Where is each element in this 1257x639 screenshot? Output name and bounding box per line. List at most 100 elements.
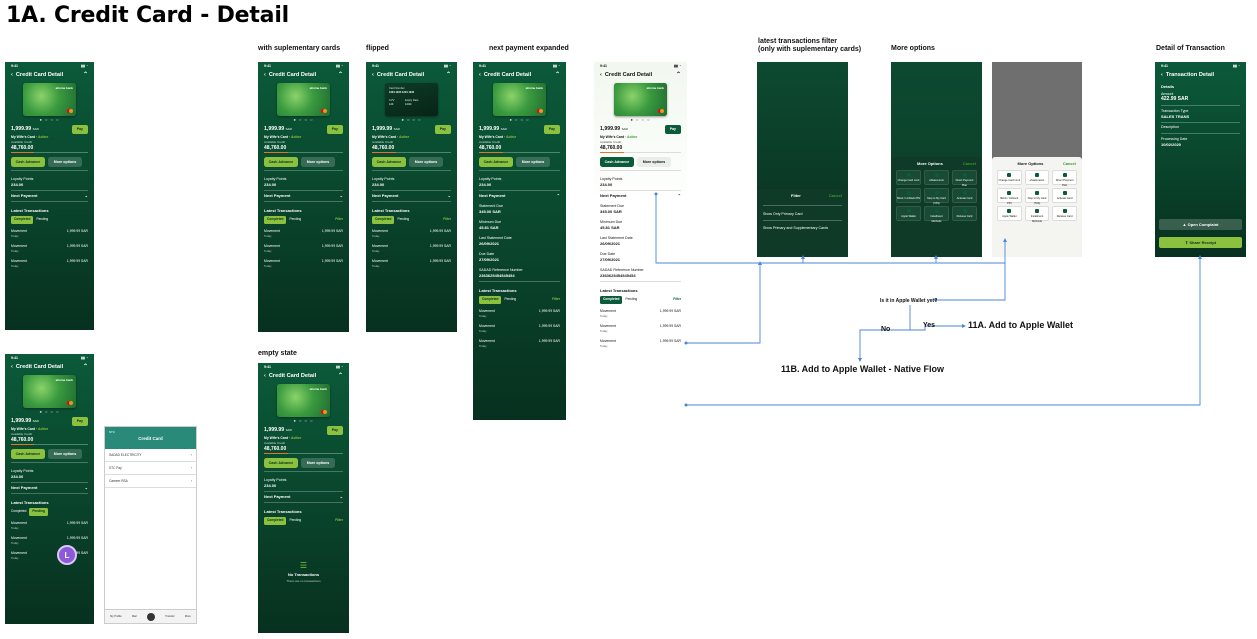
pay-button[interactable]: Pay (71, 125, 88, 134)
more-options-button[interactable]: More options (48, 449, 82, 460)
tab-completed[interactable]: Completed (11, 215, 34, 224)
available-label: Available Credit (11, 140, 32, 144)
tx-row[interactable]: Movement Today 1,999.99 SAR (5, 516, 94, 531)
more-options-button[interactable]: More options (301, 157, 335, 168)
cancel-button[interactable]: Cancel (1063, 161, 1076, 166)
tx-row[interactable]: Movement Today 1,999.99 SAR (5, 546, 94, 561)
user-avatar[interactable]: L (57, 545, 77, 565)
screen-filter: Filter Cancel Show Only Primary Card Show… (757, 62, 848, 257)
design-canvas: 1A. Credit Card - Detail with suplementa… (0, 0, 1257, 639)
tx-detail-title: Transaction Detail (1165, 72, 1215, 78)
no-label: No (881, 326, 891, 333)
label-empty-state: empty state (258, 350, 297, 357)
option-activate[interactable]: Activate Card (1052, 188, 1077, 203)
loyalty-label: Loyalty Points (11, 176, 34, 181)
chevron-up-icon[interactable]: ⌃ (83, 72, 88, 78)
next-payment-row[interactable]: Next Payment (264, 193, 290, 198)
option-reissue[interactable]: Reissue Card (952, 206, 977, 221)
cash-advance-button[interactable]: Cash Advance (11, 157, 45, 168)
credit-card-image[interactable]: alinma bank (277, 83, 330, 116)
tx-row[interactable]: Movement Today 1,999.99 SAR (5, 224, 94, 239)
option-direct-payment[interactable]: Direct Payment Plan (952, 170, 977, 187)
filter-button[interactable]: Filter (673, 297, 681, 302)
filter-option-all[interactable]: Show Primary and Supplementary Cards (757, 220, 848, 231)
next-payment-row[interactable]: Next Payment (11, 193, 37, 198)
credit-card-image[interactable]: alinma bank (23, 375, 76, 408)
tx-row[interactable]: Movement Today 1,999.99 SAR (5, 531, 94, 546)
nav-transfer[interactable]: Transfer (165, 615, 175, 618)
option-installment[interactable]: Installment Methods (924, 206, 949, 223)
tab-pending[interactable]: Pending (36, 217, 48, 222)
option-installment[interactable]: Installment Methods (1024, 206, 1050, 223)
sadad-number[interactable]: 2363625454545454 (479, 273, 560, 278)
credit-card-flipped[interactable]: Card Number 1234 1234 1234 1234 CVV 123 … (385, 83, 438, 116)
option-stop-card[interactable]: Stop to My Card (TAS) (924, 188, 949, 205)
back-icon[interactable]: ‹ (11, 72, 13, 78)
tx-row[interactable]: Movement Today 1,999.99 SAR (258, 254, 349, 269)
screen-native: STC Credit Card SADAD ELECTRICITY › STC Pa… (104, 426, 197, 624)
option-estatements[interactable]: eStatements (1024, 170, 1050, 185)
nav-profile[interactable]: My Profile (110, 615, 122, 618)
back-icon[interactable]: ‹ (479, 72, 481, 78)
back-icon[interactable]: ‹ (1161, 72, 1163, 78)
available-amount: 48,760.00 (11, 145, 34, 151)
tab-completed[interactable]: Completed (11, 509, 26, 514)
credit-card-image[interactable]: alinma bank (23, 83, 76, 116)
back-icon[interactable]: ‹ (264, 72, 266, 78)
tx-row[interactable]: Movement Today 1,999.99 SAR (258, 239, 349, 254)
open-complaint-button[interactable]: ▲ Open Complaint (1159, 219, 1242, 230)
nav-more[interactable]: More (185, 615, 191, 618)
screen-light: 9:41 ▮▮ ◔ ‹ Credit Card Detail ⌃ alinma ban… (594, 62, 687, 420)
cancel-button[interactable]: Cancel (829, 193, 842, 198)
add-apple-wallet-link[interactable]: 11A. Add to Apple Wallet (968, 320, 1073, 330)
chevron-down-icon[interactable]: ⌄ (85, 193, 88, 198)
option-change-limit[interactable]: Change Card Limit (896, 170, 921, 185)
option-change-limit[interactable]: Change Card Limit (997, 170, 1022, 185)
filter-button[interactable]: Filter (335, 217, 343, 222)
screen-more-options: More Options Cancel Change Card Limit eSt… (891, 62, 982, 257)
cash-advance-button[interactable]: Cash Advance (11, 449, 45, 460)
option-apple-wallet[interactable]: Apple Wallet (997, 206, 1022, 221)
screen-flipped: 9:41 ▮▮ ◔ ‹ Credit Card Detail ⌃ Card Numbe… (366, 62, 457, 332)
tab-pending[interactable]: Pending (29, 507, 48, 516)
add-apple-native-link[interactable]: 11B. Add to Apple Wallet - Native Flow (781, 364, 944, 374)
option-activate[interactable]: Activate Card (952, 188, 977, 203)
filter-option-primary[interactable]: Show Only Primary Card (757, 206, 848, 217)
apple-wallet-question: Is it in Apple Wallet yet? (880, 298, 938, 304)
nav-mail[interactable]: Mail (132, 615, 137, 618)
plus-icon[interactable] (146, 612, 155, 621)
latest-tx-title: Latest Transactions (11, 207, 49, 213)
tx-row[interactable]: Movement Today 1,999.99 SAR (594, 334, 687, 349)
option-estatements[interactable]: eStatements (924, 170, 949, 185)
card-name: My Wife's Card (11, 135, 36, 139)
tx-row[interactable]: Movement Today 1,999.99 SAR (5, 239, 94, 254)
back-icon[interactable]: ‹ (372, 72, 374, 78)
cancel-button[interactable]: Cancel (963, 161, 976, 166)
empty-sub: There are no transactions (286, 578, 321, 583)
bottom-nav: My Profile Mail Transfer More (105, 609, 196, 623)
more-options-button[interactable]: More options (48, 157, 82, 168)
back-icon[interactable]: ‹ (264, 373, 266, 379)
option-block-pin[interactable]: Block / Unblock PIN (997, 188, 1022, 205)
more-options-button[interactable]: More options (637, 157, 671, 168)
option-direct-payment[interactable]: Direct Payment Plan (1052, 170, 1077, 187)
list-item[interactable]: SADAD ELECTRICITY › (105, 449, 196, 462)
back-icon[interactable]: ‹ (600, 72, 602, 78)
tx-row[interactable]: Movement Today 1,999.99 SAR (258, 224, 349, 239)
chevron-up-icon[interactable]: ⌃ (83, 364, 88, 370)
list-item[interactable]: Careem RSA › (105, 475, 196, 488)
back-icon[interactable]: ‹ (11, 364, 13, 370)
option-reissue[interactable]: Reissue Card (1052, 206, 1077, 221)
pay-button[interactable]: Pay (326, 125, 343, 134)
option-stop-card[interactable]: Stop to My Card (TAS) (1024, 188, 1050, 205)
cash-advance-button[interactable]: Cash Advance (264, 157, 298, 168)
yes-label: Yes (923, 322, 936, 329)
option-apple-wallet[interactable]: Apple Wallet (896, 206, 921, 221)
share-receipt-button[interactable]: ⇪ Share Receipt (1159, 237, 1242, 248)
tx-row[interactable]: Movement Today 1,999.99 SAR (5, 254, 94, 269)
pay-button[interactable]: Pay (71, 417, 88, 426)
next-payment-row[interactable]: Next Payment (11, 485, 37, 490)
option-block-pin[interactable]: Block / Unblock PIN (896, 188, 921, 203)
label-supplementary: with suplementary cards (258, 45, 341, 52)
list-item[interactable]: STC Pay › (105, 462, 196, 475)
